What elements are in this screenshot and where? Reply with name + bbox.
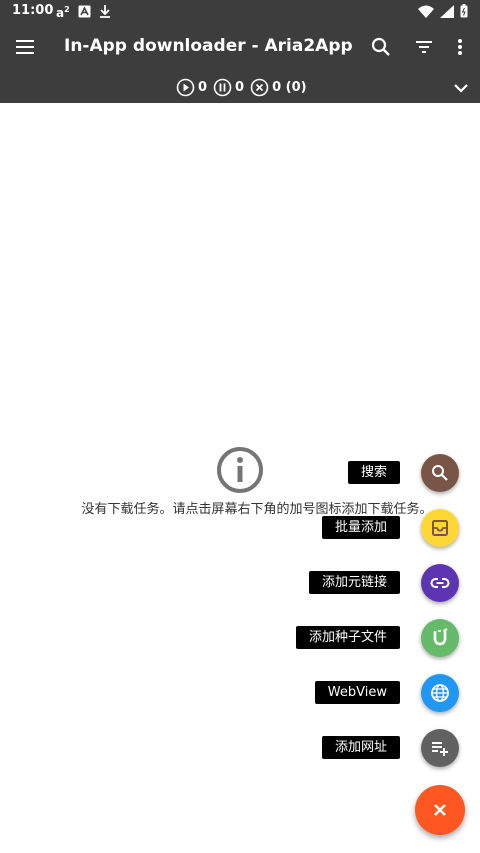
search-button[interactable] (368, 34, 394, 60)
fab-label-webview[interactable]: WebView (314, 681, 400, 704)
fab-label-search[interactable]: 搜索 (347, 461, 400, 484)
stopped-count: 0 (0) (250, 78, 307, 97)
fab-webview-button[interactable] (421, 674, 459, 712)
fab-add-uri-button[interactable] (421, 729, 459, 767)
fab-batch-add-button[interactable] (421, 509, 459, 547)
link-icon (430, 578, 450, 588)
download-icon (99, 3, 111, 22)
chevron-down-icon (454, 84, 468, 93)
empty-state-message: 没有下载任务。请点击屏幕右下角的加号图标添加下载任务。 (81, 502, 433, 517)
cancel-circle-icon (250, 78, 269, 97)
app-title: In-App downloader - Aria2App (64, 36, 353, 56)
active-count-value: 0 (198, 80, 208, 95)
menu-button[interactable] (12, 35, 38, 59)
active-count: 0 (176, 78, 207, 97)
a-icon (78, 3, 91, 22)
pause-circle-icon (213, 78, 232, 97)
a2-icon: a2 (56, 5, 70, 20)
download-stats-bar: 0 0 0 (0) (0, 72, 480, 103)
fab-search-button[interactable] (421, 454, 459, 492)
info-icon (215, 445, 265, 495)
batch-icon (432, 520, 448, 536)
hamburger-menu-icon (16, 40, 34, 54)
playlist-add-icon (432, 742, 448, 756)
play-circle-icon (176, 78, 195, 97)
paused-count-value: 0 (235, 80, 245, 95)
search-icon (432, 465, 448, 481)
torrent-icon (433, 628, 448, 646)
more-vert-icon (458, 39, 462, 55)
filter-button[interactable] (411, 34, 437, 60)
fab-label-add-metalink[interactable]: 添加元链接 (308, 571, 400, 594)
more-options-button[interactable] (447, 34, 473, 60)
app-bar: In-App downloader - Aria2App (0, 22, 480, 72)
battery-icon (460, 3, 468, 22)
expand-button[interactable] (450, 77, 472, 99)
status-bar: 11:00 a2 (0, 0, 480, 22)
fab-label-batch-add[interactable]: 批量添加 (321, 516, 400, 539)
fab-label-add-torrent[interactable]: 添加种子文件 (295, 626, 400, 649)
search-icon (371, 37, 390, 56)
wifi-icon (418, 3, 434, 22)
close-icon (434, 804, 446, 816)
paused-count: 0 (213, 78, 244, 97)
fab-add-metalink-button[interactable] (421, 564, 459, 602)
stopped-count-value: 0 (0) (272, 80, 307, 95)
filter-icon (416, 41, 432, 53)
globe-icon (431, 684, 449, 702)
fab-add-torrent-button[interactable] (421, 619, 459, 657)
status-time: 11:00 (12, 3, 54, 18)
fab-label-add-uri[interactable]: 添加网址 (321, 736, 400, 759)
signal-icon (440, 3, 454, 22)
fab-close-button[interactable] (415, 785, 465, 835)
